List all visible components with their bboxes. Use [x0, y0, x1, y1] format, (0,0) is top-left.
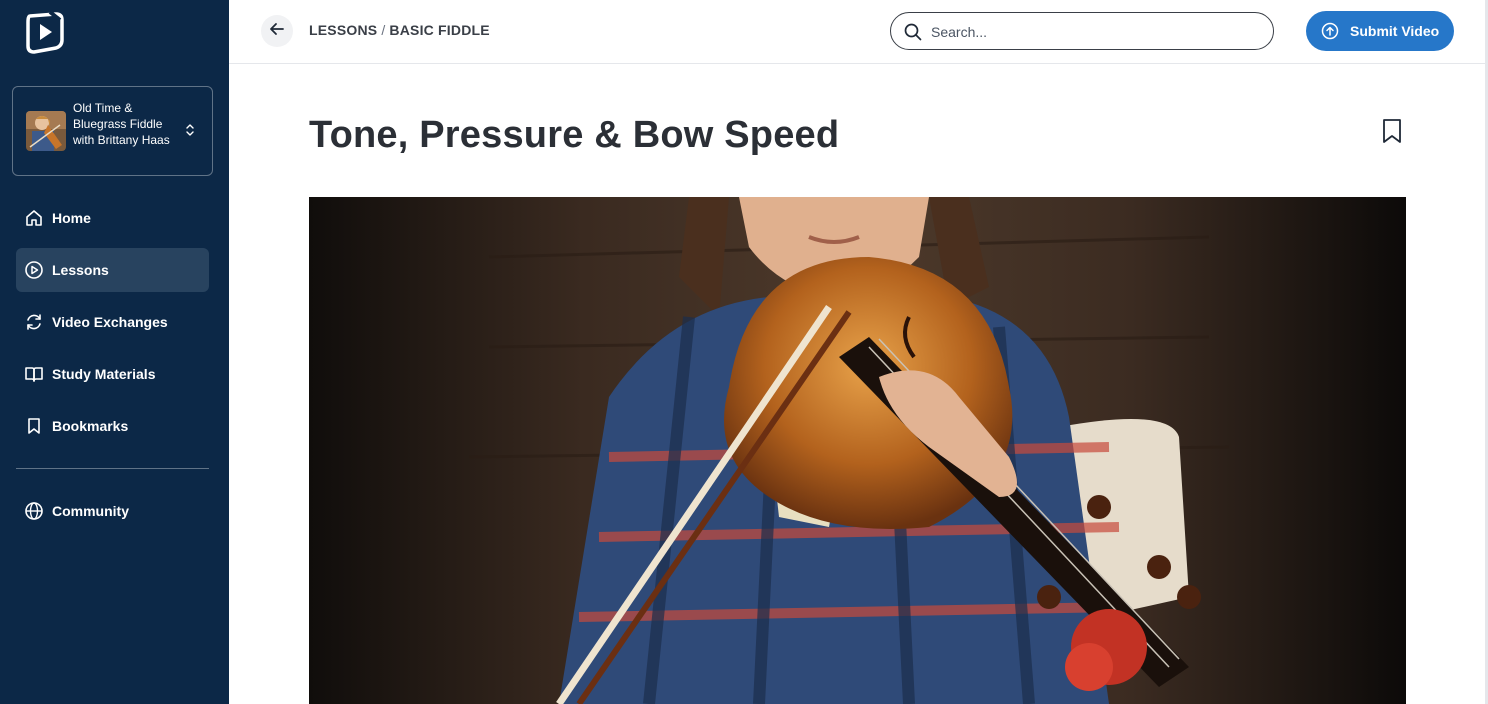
course-selector[interactable]: Old Time & Bluegrass Fiddle with Brittan… [12, 86, 213, 176]
sidebar-item-home[interactable]: Home [16, 196, 209, 240]
sidebar-item-video-exchanges[interactable]: Video Exchanges [16, 300, 209, 344]
submit-video-label: Submit Video [1350, 23, 1440, 39]
sidebar-item-label: Lessons [52, 262, 109, 278]
upload-circle-icon [1321, 22, 1339, 40]
search-box [890, 12, 1274, 50]
top-header: LESSONS/BASIC FIDDLE Submit Video [229, 0, 1488, 64]
lesson-video-player[interactable] [309, 197, 1406, 704]
back-button[interactable] [261, 15, 293, 47]
sidebar-item-label: Community [52, 503, 129, 519]
page-title: Tone, Pressure & Bow Speed [309, 114, 840, 156]
course-thumbnail [26, 111, 66, 151]
sidebar-divider [16, 468, 209, 469]
search-input[interactable] [931, 21, 1261, 43]
app-root: Old Time & Bluegrass Fiddle with Brittan… [0, 0, 1488, 704]
breadcrumb: LESSONS / BASIC FIDDLE [309, 22, 490, 38]
breadcrumb-current: BASIC FIDDLE [389, 22, 490, 38]
sidebar: Old Time & Bluegrass Fiddle with Brittan… [0, 0, 229, 704]
search-icon [903, 22, 923, 42]
fiddle-lesson-video-frame [309, 197, 1406, 704]
bookmark-icon [24, 416, 44, 436]
chevron-up-down-icon [183, 117, 197, 143]
sidebar-item-label: Video Exchanges [52, 314, 168, 330]
arrow-left-icon [269, 21, 285, 42]
breadcrumb-lessons-link[interactable]: LESSONS [309, 22, 377, 38]
sidebar-item-label: Home [52, 210, 91, 226]
bookmark-icon [1380, 119, 1404, 149]
course-title: Old Time & Bluegrass Fiddle with Brittan… [73, 101, 170, 147]
sidebar-item-bookmarks[interactable]: Bookmarks [16, 404, 209, 448]
sidebar-item-study-materials[interactable]: Study Materials [16, 352, 209, 396]
submit-video-button[interactable]: Submit Video [1306, 11, 1454, 51]
play-logo-icon[interactable] [22, 10, 66, 54]
home-icon [24, 208, 44, 228]
sidebar-item-label: Study Materials [52, 366, 156, 382]
sidebar-item-label: Bookmarks [52, 418, 129, 434]
bookmark-button[interactable] [1380, 117, 1404, 145]
sidebar-item-lessons[interactable]: Lessons [16, 248, 209, 292]
play-circle-icon [24, 260, 44, 280]
book-icon [24, 364, 44, 384]
globe-icon [24, 501, 44, 521]
breadcrumb-separator: / [381, 22, 386, 38]
refresh-icon [24, 312, 44, 332]
sidebar-item-community[interactable]: Community [16, 489, 209, 533]
